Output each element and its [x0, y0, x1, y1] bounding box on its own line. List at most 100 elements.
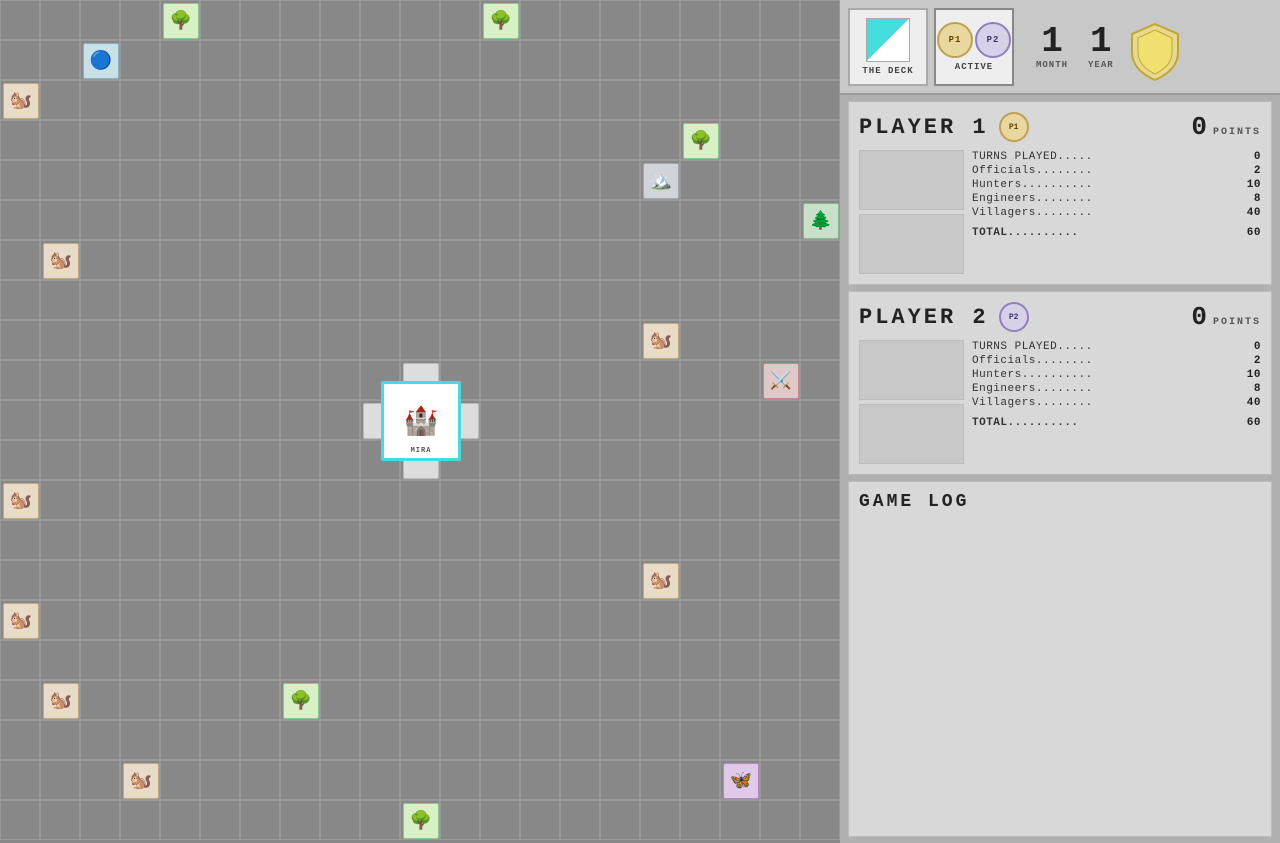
grid-cell-0-19[interactable] — [760, 0, 800, 40]
grid-cell-3-12[interactable] — [480, 120, 520, 160]
grid-cell-0-8[interactable] — [320, 0, 360, 40]
grid-cell-2-17[interactable] — [680, 80, 720, 120]
grid-cell-3-10[interactable] — [400, 120, 440, 160]
grid-cell-17-16[interactable] — [640, 680, 680, 720]
grid-cell-7-13[interactable] — [520, 280, 560, 320]
grid-cell-4-14[interactable] — [560, 160, 600, 200]
grid-cell-10-18[interactable] — [720, 400, 760, 440]
grid-cell-14-13[interactable] — [520, 560, 560, 600]
grid-cell-8-2[interactable] — [80, 320, 120, 360]
grid-cell-16-20[interactable] — [800, 640, 840, 680]
grid-cell-16-8[interactable] — [320, 640, 360, 680]
grid-cell-15-14[interactable] — [560, 600, 600, 640]
grid-cell-13-1[interactable] — [40, 520, 80, 560]
grid-cell-8-8[interactable] — [320, 320, 360, 360]
grid-cell-2-6[interactable] — [240, 80, 280, 120]
grid-cell-13-5[interactable] — [200, 520, 240, 560]
grid-cell-4-17[interactable] — [680, 160, 720, 200]
grid-cell-8-20[interactable] — [800, 320, 840, 360]
grid-cell-4-9[interactable] — [360, 160, 400, 200]
grid-cell-17-15[interactable] — [600, 680, 640, 720]
grid-cell-15-13[interactable] — [520, 600, 560, 640]
grid-cell-1-15[interactable] — [600, 40, 640, 80]
grid-cell-14-8[interactable] — [320, 560, 360, 600]
grid-cell-17-19[interactable] — [760, 680, 800, 720]
grid-cell-5-0[interactable] — [0, 200, 40, 240]
grid-cell-14-9[interactable] — [360, 560, 400, 600]
grid-cell-2-8[interactable] — [320, 80, 360, 120]
grid-cell-14-0[interactable] — [0, 560, 40, 600]
grid-cell-4-8[interactable] — [320, 160, 360, 200]
grid-cell-12-17[interactable] — [680, 480, 720, 520]
grid-cell-1-8[interactable] — [320, 40, 360, 80]
grid-cell-20-10[interactable]: 🌳 — [400, 800, 440, 840]
grid-cell-15-6[interactable] — [240, 600, 280, 640]
grid-cell-14-2[interactable] — [80, 560, 120, 600]
grid-cell-7-8[interactable] — [320, 280, 360, 320]
grid-cell-9-14[interactable] — [560, 360, 600, 400]
grid-cell-16-7[interactable] — [280, 640, 320, 680]
grid-cell-1-1[interactable] — [40, 40, 80, 80]
grid-cell-14-17[interactable] — [680, 560, 720, 600]
active-button[interactable]: P1 P2 ACTIVE — [934, 8, 1014, 86]
grid-cell-7-20[interactable] — [800, 280, 840, 320]
grid-cell-19-4[interactable] — [160, 760, 200, 800]
grid-cell-6-13[interactable] — [520, 240, 560, 280]
grid-cell-20-17[interactable] — [680, 800, 720, 840]
grid-cell-7-7[interactable] — [280, 280, 320, 320]
grid-cell-20-15[interactable] — [600, 800, 640, 840]
grid-cell-11-6[interactable] — [240, 440, 280, 480]
grid-cell-3-19[interactable] — [760, 120, 800, 160]
grid-cell-7-0[interactable] — [0, 280, 40, 320]
grid-cell-6-6[interactable] — [240, 240, 280, 280]
grid-cell-10-10[interactable]: 🏰MIRA — [400, 400, 440, 440]
grid-cell-7-14[interactable] — [560, 280, 600, 320]
grid-cell-14-11[interactable] — [440, 560, 480, 600]
grid-cell-14-10[interactable] — [400, 560, 440, 600]
grid-cell-16-15[interactable] — [600, 640, 640, 680]
grid-cell-4-13[interactable] — [520, 160, 560, 200]
grid-cell-16-9[interactable] — [360, 640, 400, 680]
grid-cell-0-5[interactable] — [200, 0, 240, 40]
grid-cell-13-12[interactable] — [480, 520, 520, 560]
grid-cell-1-5[interactable] — [200, 40, 240, 80]
grid-cell-15-4[interactable] — [160, 600, 200, 640]
grid-cell-15-0[interactable]: 🐿️ — [0, 600, 40, 640]
grid-cell-4-20[interactable] — [800, 160, 840, 200]
grid-cell-1-16[interactable] — [640, 40, 680, 80]
grid-cell-5-10[interactable] — [400, 200, 440, 240]
grid-cell-6-3[interactable] — [120, 240, 160, 280]
grid-cell-7-19[interactable] — [760, 280, 800, 320]
grid-cell-10-1[interactable] — [40, 400, 80, 440]
grid-cell-15-5[interactable] — [200, 600, 240, 640]
grid-cell-5-17[interactable] — [680, 200, 720, 240]
grid-cell-2-4[interactable] — [160, 80, 200, 120]
grid-cell-5-6[interactable] — [240, 200, 280, 240]
grid-cell-2-3[interactable] — [120, 80, 160, 120]
grid-cell-2-7[interactable] — [280, 80, 320, 120]
grid-cell-7-4[interactable] — [160, 280, 200, 320]
grid-cell-5-9[interactable] — [360, 200, 400, 240]
grid-cell-15-9[interactable] — [360, 600, 400, 640]
grid-cell-0-12[interactable]: 🌳 — [480, 0, 520, 40]
grid-cell-19-17[interactable] — [680, 760, 720, 800]
grid-cell-13-7[interactable] — [280, 520, 320, 560]
grid-cell-0-2[interactable] — [80, 0, 120, 40]
grid-cell-15-16[interactable] — [640, 600, 680, 640]
grid-cell-6-10[interactable] — [400, 240, 440, 280]
grid-cell-16-12[interactable] — [480, 640, 520, 680]
grid-cell-18-3[interactable] — [120, 720, 160, 760]
grid-cell-17-12[interactable] — [480, 680, 520, 720]
grid-cell-19-16[interactable] — [640, 760, 680, 800]
grid-cell-10-0[interactable] — [0, 400, 40, 440]
grid-cell-8-12[interactable] — [480, 320, 520, 360]
grid-cell-11-17[interactable] — [680, 440, 720, 480]
grid-cell-14-14[interactable] — [560, 560, 600, 600]
grid-cell-15-17[interactable] — [680, 600, 720, 640]
grid-cell-5-7[interactable] — [280, 200, 320, 240]
grid-cell-9-3[interactable] — [120, 360, 160, 400]
grid-cell-16-17[interactable] — [680, 640, 720, 680]
grid-cell-10-16[interactable] — [640, 400, 680, 440]
grid-cell-15-15[interactable] — [600, 600, 640, 640]
grid-cell-9-6[interactable] — [240, 360, 280, 400]
